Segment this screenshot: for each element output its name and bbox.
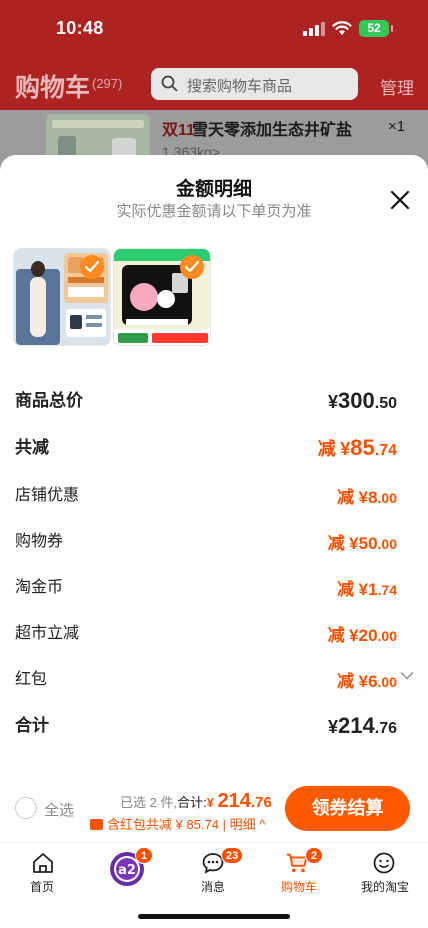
row-label-sum: 合计 (15, 716, 49, 735)
tab-messages[interactable]: 23 消息 (173, 843, 253, 903)
product-qty: ×1 (388, 118, 406, 135)
check-icon (80, 255, 104, 279)
selected-summary: 已选 2 件,合计:¥ 214.76 (120, 790, 272, 813)
checkout-bar: 全选 已选 2 件,合计:¥ 214.76 含红包共减 ¥ 85.74 | 明细… (0, 778, 428, 842)
promo-badge: 双11 (162, 122, 195, 139)
tab-label: 购物车 (280, 880, 317, 894)
tab-cart[interactable]: 2 购物车 (259, 843, 339, 903)
product-thumbnail-2[interactable] (113, 248, 211, 346)
row-label-coins: 淘金币 (15, 579, 64, 596)
tab-badge: 1 (135, 847, 153, 864)
coupon-detail-toggle[interactable]: 含红包共减 ¥ 85.74 | 明细 ^ (90, 814, 265, 833)
row-value-market: 减 ¥20.00 (327, 626, 397, 645)
tab-badge: 2 (305, 847, 323, 864)
home-icon (33, 853, 53, 873)
close-icon[interactable] (388, 188, 412, 212)
row-value-voucher: 减 ¥50.00 (327, 534, 397, 553)
tab-label: 我的淘宝 (360, 880, 409, 894)
tab-label: 消息 (200, 880, 225, 894)
row-label-store: 店铺优惠 (15, 487, 80, 504)
row-label-redpacket: 红包 (15, 671, 48, 688)
home-indicator (138, 914, 290, 919)
search-icon (161, 75, 178, 92)
row-value-reduce: 减 ¥85.74 (317, 435, 397, 460)
row-value-sum: ¥214.76 (328, 713, 397, 738)
status-bar: 10:48 52 (0, 0, 428, 56)
row-label-market: 超市立减 (15, 625, 80, 642)
tab-a2[interactable]: a2 1 (87, 843, 167, 903)
sheet-title: 金额明细 (175, 179, 252, 200)
sheet-subtitle: 实际优惠金额请以下单页为准 (116, 203, 312, 220)
row-label-voucher: 购物券 (15, 533, 64, 550)
select-all-label[interactable]: 全选 (44, 799, 74, 820)
selected-count: 已选 2 件, (120, 795, 178, 810)
top-header: 10:48 52 购物车 (297) 搜索购物车商品 管理 (0, 0, 428, 110)
product-thumbnail-1[interactable] (13, 248, 111, 346)
status-time: 10:48 (56, 18, 104, 38)
svg-text:a2: a2 (118, 863, 136, 878)
manage-button[interactable]: 管理 (380, 74, 414, 99)
page-title: 购物车 (15, 74, 91, 102)
sum-label: 合计: (177, 795, 207, 810)
wifi-icon (332, 21, 352, 35)
chevron-down-icon[interactable] (400, 671, 414, 681)
tab-label: 首页 (29, 880, 54, 894)
tab-home[interactable]: 首页 (2, 843, 82, 903)
row-value-total: ¥300.50 (328, 388, 397, 413)
row-label-reduce: 共减 (15, 438, 49, 457)
signal-icon (303, 22, 325, 36)
battery-indicator: 52 (359, 20, 393, 37)
check-icon (180, 255, 204, 279)
cart-count: (297) (92, 76, 123, 91)
product-name: 雪天零添加生态井矿盐 (192, 122, 353, 139)
checkout-button[interactable]: 领券结算 (285, 786, 410, 831)
checkout-total: ¥ 214.76 (206, 790, 272, 812)
search-input[interactable]: 搜索购物车商品 (151, 68, 358, 100)
select-all-radio[interactable] (15, 797, 37, 819)
search-placeholder: 搜索购物车商品 (187, 78, 293, 95)
tab-profile[interactable]: 我的淘宝 (345, 843, 425, 903)
row-value-store: 减 ¥8.00 (337, 488, 397, 507)
row-value-redpacket[interactable]: 减 ¥6.00 (337, 667, 397, 692)
profile-icon (373, 852, 395, 874)
tab-badge: 23 (221, 847, 244, 864)
row-value-coins: 减 ¥1.74 (337, 580, 397, 599)
coupon-icon (90, 819, 103, 830)
row-label-total: 商品总价 (15, 391, 83, 410)
